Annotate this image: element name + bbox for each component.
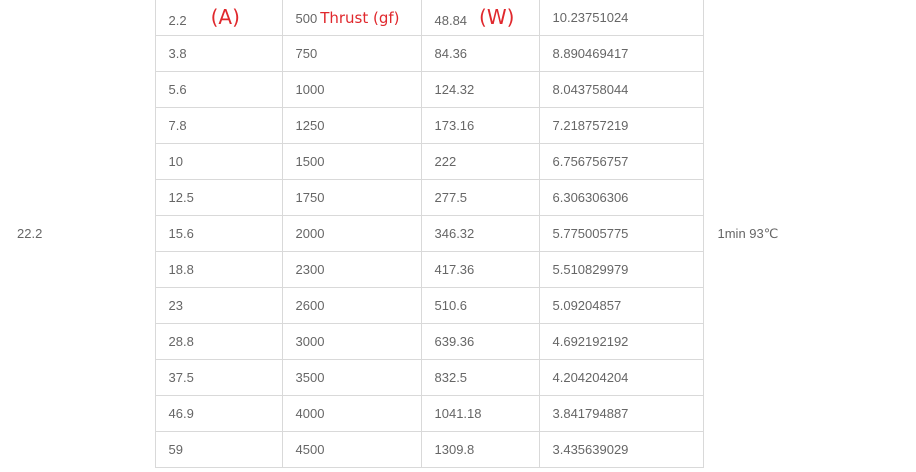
current-cell: 37.5: [154, 359, 283, 396]
efficiency-cell: 5.775005775: [538, 215, 704, 252]
efficiency-cell: 5.510829979: [538, 251, 704, 288]
thrust-cell: 1250: [281, 107, 422, 144]
thrust-cell: 1750: [281, 179, 422, 216]
efficiency-cell: 3.841794887: [538, 395, 704, 432]
power-value: 48.84: [434, 12, 468, 28]
thrust-cell: 3000: [281, 323, 422, 360]
note-cell: 1min 93℃: [702, 0, 916, 468]
power-cell: 124.32: [420, 71, 540, 108]
current-cell: 46.9: [154, 395, 283, 432]
voltage-cell: 22.2: [0, 0, 156, 468]
power-cell: 417.36: [420, 251, 540, 288]
data-sheet: 22.2 2.2 (A) 500 Thrust (gf) 48.84 (W) 10.2…: [0, 0, 916, 472]
current-unit-annotation: (A): [210, 4, 240, 29]
current-cell: 2.2 (A): [154, 0, 283, 36]
efficiency-cell: 8.043758044: [538, 71, 704, 108]
thrust-cell: 750: [281, 35, 422, 72]
efficiency-cell: 6.756756757: [538, 143, 704, 180]
power-cell: 346.32: [420, 215, 540, 252]
thrust-cell: 4500: [281, 431, 422, 468]
thrust-cell: 4000: [281, 395, 422, 432]
current-cell: 3.8: [154, 35, 283, 72]
power-cell: 277.5: [420, 179, 540, 216]
power-cell: 173.16: [420, 107, 540, 144]
efficiency-cell: 3.435639029: [538, 431, 704, 468]
current-value: 2.2: [168, 12, 187, 28]
power-cell: 48.84 (W): [420, 0, 540, 36]
power-cell: 510.6: [420, 287, 540, 324]
performance-table: 22.2 2.2 (A) 500 Thrust (gf) 48.84 (W) 10.2…: [0, 0, 916, 468]
power-cell: 639.36: [420, 323, 540, 360]
power-cell: 1309.8: [420, 431, 540, 468]
current-cell: 28.8: [154, 323, 283, 360]
table-body: 22.2 2.2 (A) 500 Thrust (gf) 48.84 (W) 10.2…: [0, 0, 916, 468]
power-cell: 1041.18: [420, 395, 540, 432]
thrust-cell: 1000: [281, 71, 422, 108]
current-cell: 23: [154, 287, 283, 324]
thrust-cell: 2000: [281, 215, 422, 252]
efficiency-cell: 4.692192192: [538, 323, 704, 360]
power-cell: 222: [420, 143, 540, 180]
thrust-cell: 1500: [281, 143, 422, 180]
current-cell: 5.6: [154, 71, 283, 108]
current-cell: 7.8: [154, 107, 283, 144]
table-row: 22.2 2.2 (A) 500 Thrust (gf) 48.84 (W) 10.2…: [0, 0, 916, 468]
power-cell: 84.36: [420, 35, 540, 72]
current-cell: 12.5: [154, 179, 283, 216]
efficiency-cell: 4.204204204: [538, 359, 704, 396]
power-unit-annotation: (W): [479, 4, 515, 29]
efficiency-cell: 10.23751024: [538, 0, 704, 36]
current-cell: 15.6: [154, 215, 283, 252]
power-cell: 832.5: [420, 359, 540, 396]
current-cell: 18.8: [154, 251, 283, 288]
efficiency-cell: 6.306306306: [538, 179, 704, 216]
efficiency-cell: 5.09204857: [538, 287, 704, 324]
efficiency-cell: 8.890469417: [538, 35, 704, 72]
thrust-cell: 3500: [281, 359, 422, 396]
current-cell: 59: [154, 431, 283, 468]
thrust-cell: 2300: [281, 251, 422, 288]
efficiency-cell: 7.218757219: [538, 107, 704, 144]
thrust-cell: 500 Thrust (gf): [281, 0, 422, 36]
current-cell: 10: [154, 143, 283, 180]
thrust-label-annotation: Thrust (gf): [320, 8, 400, 27]
thrust-cell: 2600: [281, 287, 422, 324]
thrust-value: 500: [295, 10, 318, 26]
